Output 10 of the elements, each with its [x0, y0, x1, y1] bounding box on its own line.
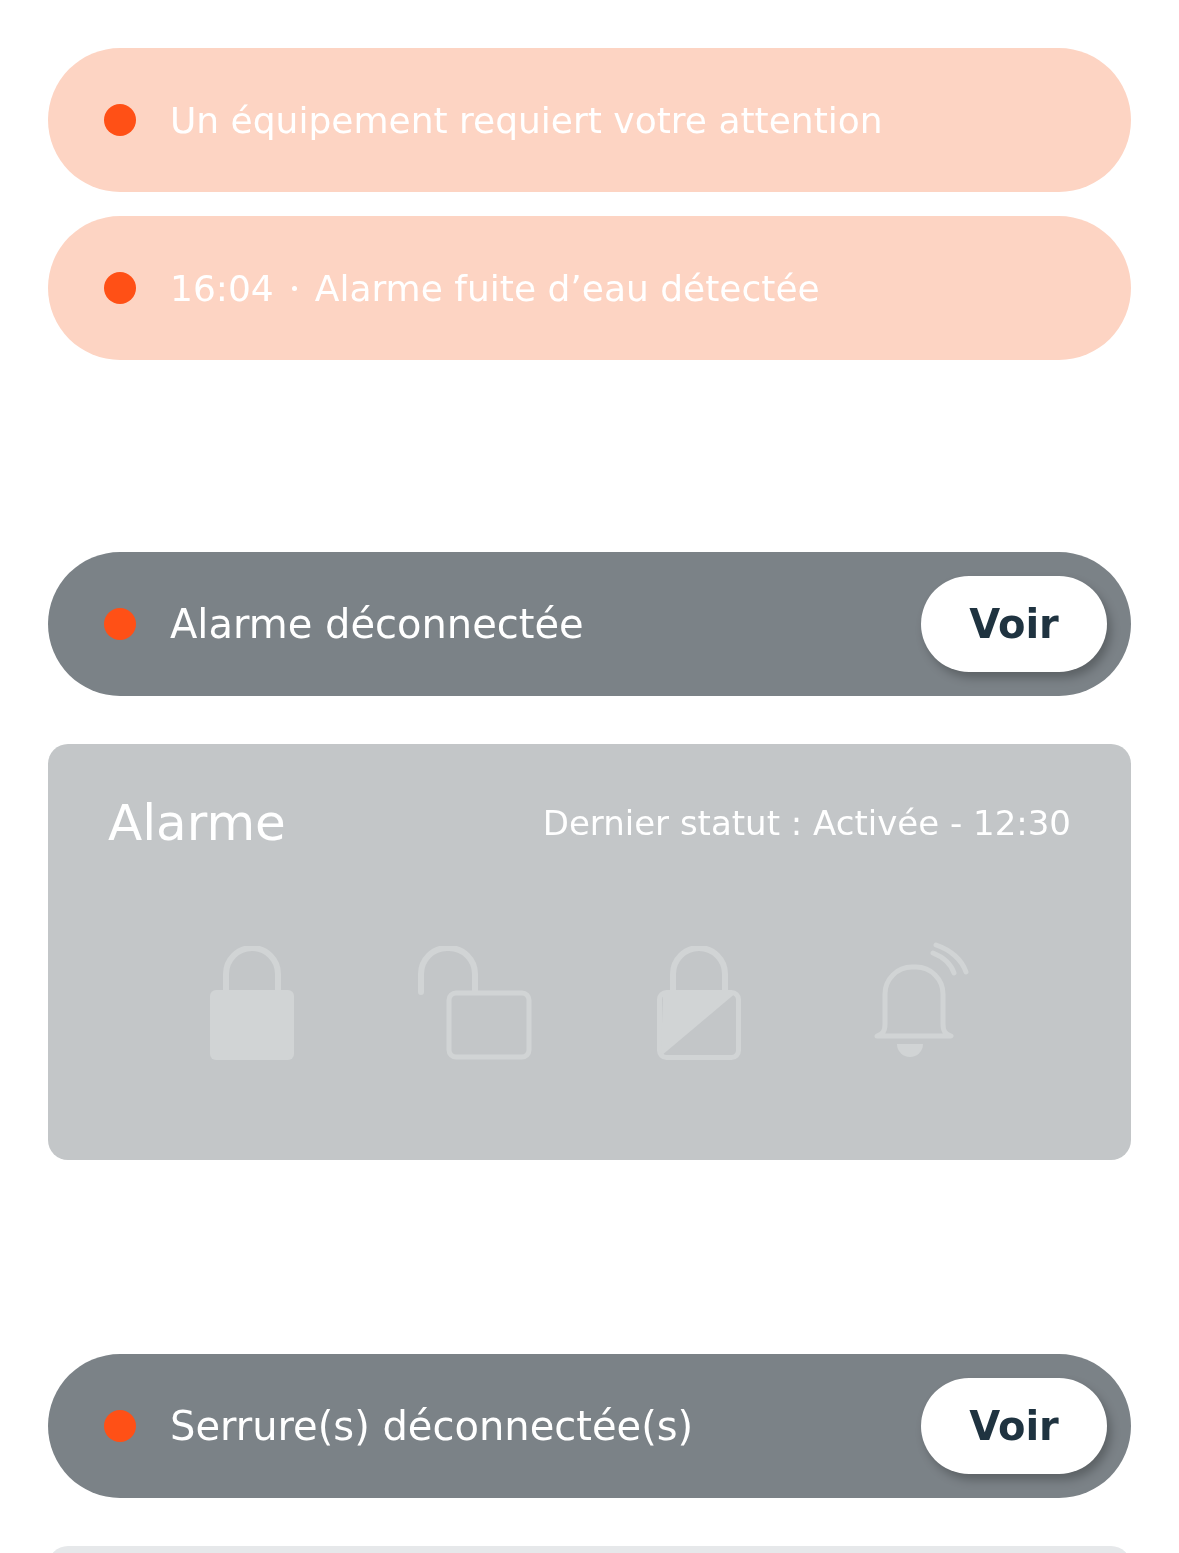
last-status: Dernier statut : Activée - 12:30: [542, 803, 1071, 843]
view-button[interactable]: Voir: [921, 1378, 1107, 1474]
alert-text: Un équipement requiert votre attention: [170, 99, 883, 141]
separator-dot-icon: [291, 285, 297, 291]
alert-time: 16:04: [170, 267, 274, 309]
view-button[interactable]: Voir: [921, 576, 1107, 672]
alert-text: Alarme fuite d’eau détectée: [314, 267, 820, 309]
banner-text: Alarme déconnectée: [170, 601, 585, 647]
banner-text: Serrure(s) déconnectée(s): [170, 1403, 695, 1449]
card-title: Alarme: [108, 794, 286, 852]
